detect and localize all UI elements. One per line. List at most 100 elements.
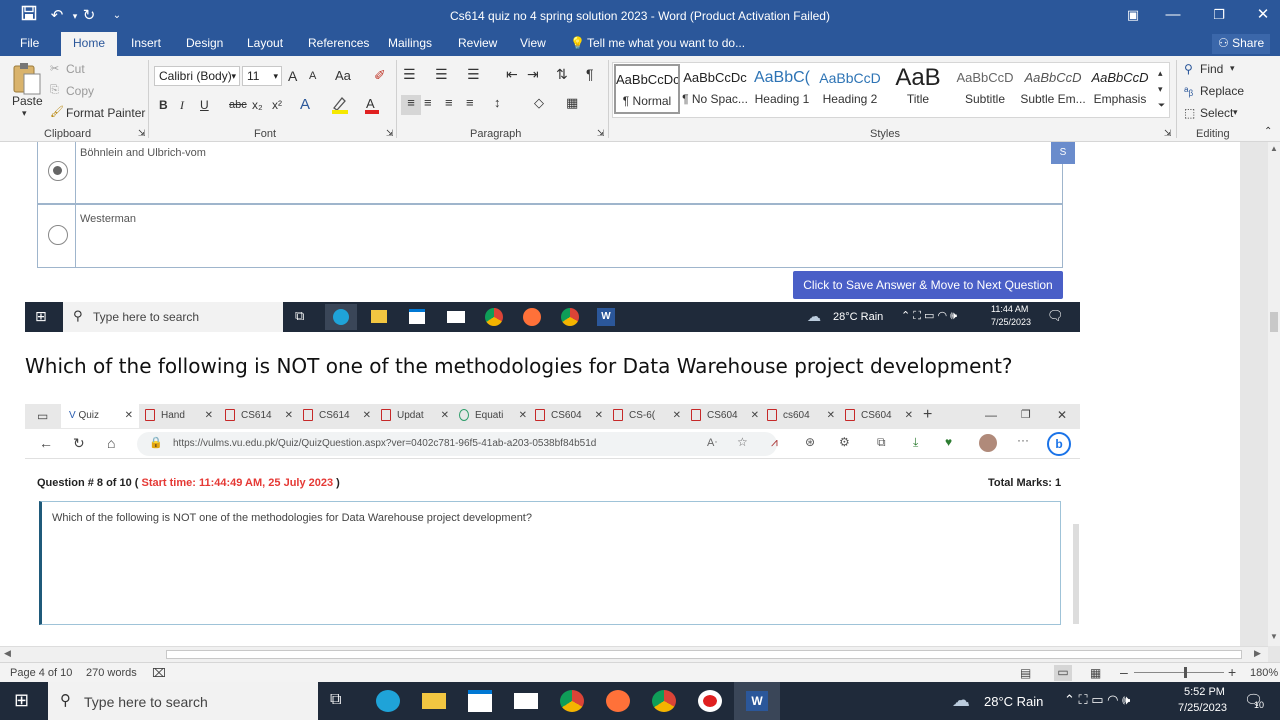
chrome-icon[interactable]	[561, 308, 579, 326]
firefox-icon[interactable]	[523, 308, 541, 326]
browser-tab[interactable]: cs604 ✕	[767, 404, 839, 428]
answer-option[interactable]: Westerman	[37, 204, 1063, 268]
change-case-button[interactable]: Aa	[335, 68, 351, 83]
close-icon[interactable]: ✕	[905, 404, 913, 428]
browser-tab[interactable]: CS604 ✕	[845, 404, 917, 428]
format-painter-button[interactable]: Format Painter	[66, 106, 145, 120]
edge-taskbar-icon[interactable]	[376, 690, 400, 712]
bing-icon[interactable]: b	[1047, 432, 1071, 456]
proofing-icon[interactable]: ⌧	[152, 666, 166, 680]
select-button[interactable]: Select	[1200, 106, 1233, 120]
close-window-icon[interactable]: ✕	[1057, 408, 1067, 422]
chevron-down-icon[interactable]: ▾	[1233, 107, 1238, 118]
strikethrough-button[interactable]: abc	[229, 99, 247, 111]
word-taskbar-button[interactable]: W	[734, 682, 780, 720]
browser-tab-active[interactable]: V Quiz ✕	[61, 404, 139, 428]
line-spacing-icon[interactable]: ↕	[494, 95, 501, 110]
sort-icon[interactable]: ⇅	[556, 66, 568, 83]
tab-insert[interactable]: Insert	[131, 36, 161, 50]
close-icon[interactable]: ✕	[751, 404, 759, 428]
font-name-select[interactable]: Calibri (Body) ▾	[154, 66, 240, 86]
close-icon[interactable]: ✕	[673, 404, 681, 428]
browser-tab[interactable]: CS604 ✕	[691, 404, 763, 428]
share-button[interactable]: ⚇ Share	[1212, 34, 1271, 54]
scroll-thumb[interactable]	[166, 650, 1242, 659]
style-title[interactable]: AaB Title	[885, 64, 951, 114]
avatar[interactable]	[979, 434, 997, 452]
zoom-out-icon[interactable]: –	[1120, 664, 1128, 680]
extension-icon[interactable]: ♥	[945, 435, 952, 449]
tab-home[interactable]: Home	[61, 32, 118, 56]
home-icon[interactable]: ⌂	[107, 435, 115, 451]
paragraph-launcher-icon[interactable]: ⇲	[597, 128, 605, 139]
decrease-indent-icon[interactable]: ⇤	[506, 66, 518, 83]
chrome-icon[interactable]	[485, 308, 503, 326]
task-view-icon[interactable]: ⧉	[295, 308, 304, 324]
close-icon[interactable]: ✕	[441, 404, 449, 428]
paste-dropdown-icon[interactable]: ▾	[22, 108, 27, 119]
tray-icons[interactable]: ⌃ ⛶ ▭ ◠ 🕪	[1064, 692, 1130, 708]
scroll-down-icon[interactable]: ▼	[1270, 632, 1278, 641]
store-icon[interactable]	[409, 309, 425, 324]
zoom-in-icon[interactable]: +	[1228, 664, 1236, 680]
new-tab-icon[interactable]: +	[923, 406, 932, 424]
clock-time[interactable]: 5:52 PM	[1184, 686, 1225, 698]
tab-review[interactable]: Review	[458, 36, 497, 50]
zoom-level[interactable]: 180%	[1250, 667, 1278, 679]
chrome-icon[interactable]	[560, 690, 584, 712]
page-count[interactable]: Page 4 of 10	[10, 667, 72, 679]
extension-icon[interactable]: ⊛	[805, 435, 815, 449]
italic-button[interactable]: I	[180, 98, 184, 113]
tab-design[interactable]: Design	[186, 36, 223, 50]
cut-button[interactable]: Cut	[66, 62, 85, 76]
restore-button[interactable]: ❐	[1196, 0, 1242, 32]
underline-button[interactable]: U	[200, 98, 209, 112]
tab-layout[interactable]: Layout	[247, 36, 283, 50]
store-icon[interactable]	[468, 690, 492, 712]
style-emphasis[interactable]: AaBbCcD Emphasis	[1087, 64, 1153, 114]
horizontal-scrollbar[interactable]: ◀ ▶	[0, 646, 1268, 662]
align-right-icon[interactable]: ≡	[445, 95, 453, 110]
bullets-icon[interactable]: ☰	[403, 66, 416, 83]
side-tab[interactable]: S	[1051, 142, 1075, 164]
styles-more-icon[interactable]: ⏷	[1158, 100, 1165, 111]
close-icon[interactable]: ✕	[125, 404, 133, 428]
more-icon[interactable]: ···	[1017, 433, 1029, 447]
refresh-icon[interactable]: ↻	[73, 435, 85, 452]
clipboard-launcher-icon[interactable]: ⇲	[138, 128, 146, 139]
inner-scrollbar[interactable]	[1073, 524, 1079, 624]
extension-icon[interactable]: ⩘	[771, 435, 778, 450]
align-left-icon[interactable]: ≡	[401, 95, 421, 115]
inner-search-box[interactable]: ⚲ Type here to search	[63, 302, 283, 332]
replace-button[interactable]: Replace	[1200, 84, 1244, 98]
browser-tab[interactable]: Hand ✕	[145, 404, 217, 428]
downloads-icon[interactable]: ⤓	[913, 435, 918, 450]
radio-unselected[interactable]	[48, 225, 68, 245]
tab-references[interactable]: References	[308, 36, 369, 50]
minimize-button[interactable]: —	[1150, 0, 1196, 32]
scroll-right-icon[interactable]: ▶	[1254, 648, 1261, 659]
increase-indent-icon[interactable]: ⇥	[527, 66, 539, 83]
read-mode-icon[interactable]: ▤	[1020, 666, 1031, 680]
show-marks-icon[interactable]: ¶	[586, 66, 594, 82]
text-effects-icon[interactable]: A	[300, 96, 310, 113]
tab-file[interactable]: File	[20, 36, 39, 50]
browser-tab[interactable]: CS614 ✕	[225, 404, 297, 428]
close-icon[interactable]: ✕	[205, 404, 213, 428]
minimize-icon[interactable]: —	[985, 408, 997, 422]
close-icon[interactable]: ✕	[285, 404, 293, 428]
clear-formatting-icon[interactable]: ✐	[374, 67, 386, 84]
paste-icon[interactable]	[10, 62, 44, 96]
windows-start-icon[interactable]: ⊞	[14, 690, 29, 711]
close-icon[interactable]: ✕	[363, 404, 371, 428]
browser-tab[interactable]: Equati ✕	[459, 404, 531, 428]
mail-icon[interactable]	[447, 311, 465, 323]
chrome-icon[interactable]	[652, 690, 676, 712]
scroll-thumb[interactable]	[1270, 312, 1278, 332]
clock-date[interactable]: 7/25/2023	[1178, 702, 1227, 714]
multilevel-list-icon[interactable]: ☰	[467, 66, 480, 83]
style-subtitle[interactable]: AaBbCcD Subtitle	[952, 64, 1018, 114]
collapse-ribbon-icon[interactable]: ⌃	[1264, 126, 1272, 137]
superscript-button[interactable]: x²	[272, 98, 282, 112]
print-layout-icon[interactable]: ▭	[1054, 665, 1072, 681]
